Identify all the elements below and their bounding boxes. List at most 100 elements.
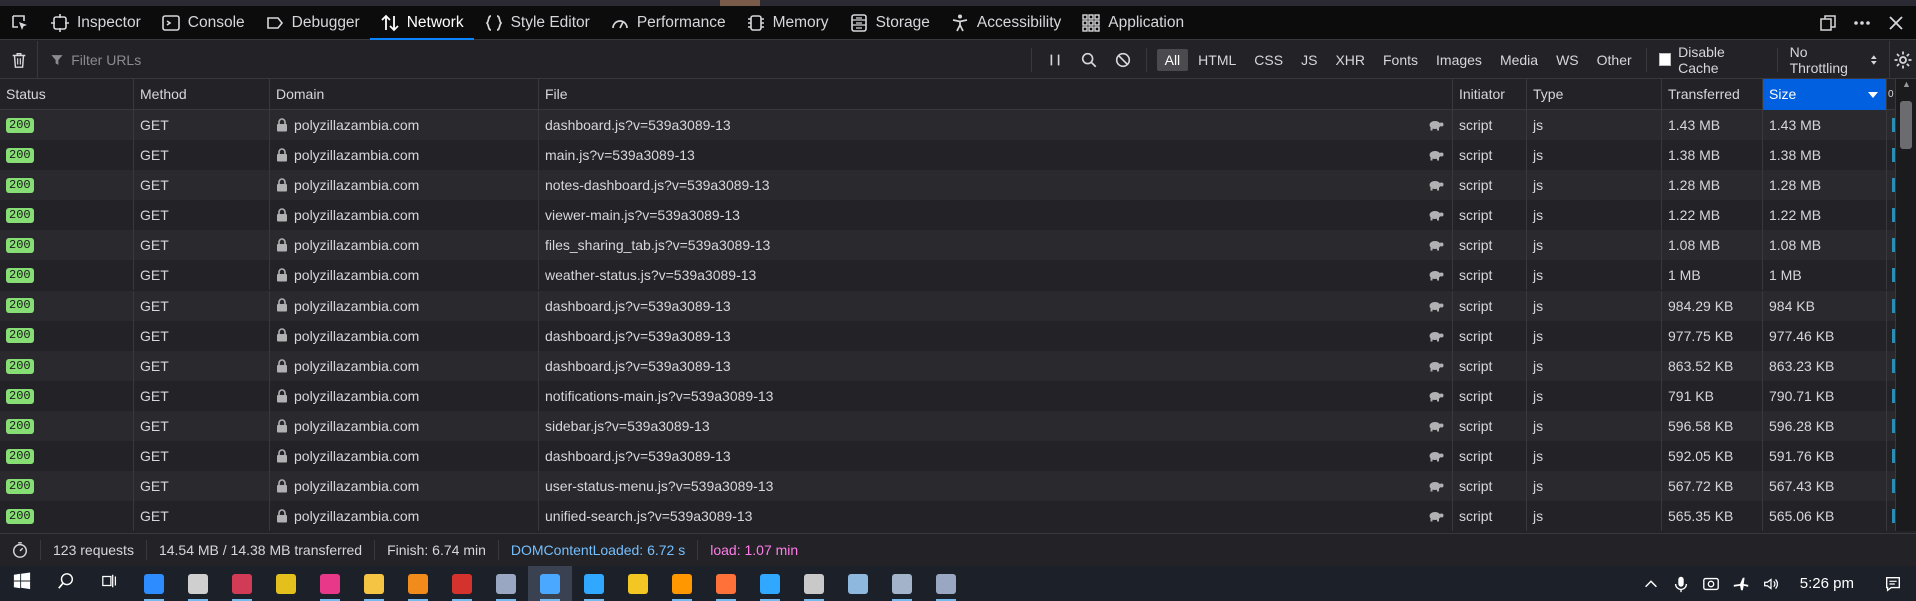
table-row[interactable]: 200 GET polyzillazambia.com sidebar.js?v=53…: [0, 410, 1895, 442]
filter-type-css[interactable]: CSS: [1246, 49, 1291, 71]
taskbar-app[interactable]: [132, 566, 176, 601]
table-row[interactable]: 200 GET polyzillazambia.com files_sharing_t…: [0, 230, 1895, 261]
tab-console[interactable]: Console: [151, 6, 255, 40]
taskbar-app[interactable]: [176, 566, 220, 601]
table-row[interactable]: 200 GET polyzillazambia.com dashboard.js?v=…: [0, 290, 1895, 321]
table-row[interactable]: 200 GET polyzillazambia.com unified-search.…: [0, 501, 1895, 531]
tab-style-editor[interactable]: Style Editor: [474, 6, 600, 40]
taskbar-app[interactable]: [484, 566, 528, 601]
tab-inspector[interactable]: Inspector: [40, 6, 151, 40]
filter-type-html[interactable]: HTML: [1190, 49, 1244, 71]
column-size-label: Size: [1769, 86, 1797, 102]
status-badge: 200: [6, 268, 34, 284]
performance-analysis-button[interactable]: [0, 541, 40, 559]
tab-memory[interactable]: Memory: [736, 6, 839, 40]
separate-window-icon[interactable]: [1818, 13, 1838, 33]
lock-icon: [277, 178, 287, 192]
taskbar-app[interactable]: [572, 566, 616, 601]
taskbar-app[interactable]: [924, 566, 968, 601]
scrollbar-thumb[interactable]: [1900, 101, 1912, 149]
column-domain[interactable]: Domain: [270, 79, 539, 110]
scroll-up-arrow[interactable]: ▲: [1896, 79, 1916, 89]
tab-storage[interactable]: Storage: [839, 6, 940, 40]
filter-type-ws[interactable]: WS: [1548, 49, 1587, 71]
cell-status: 200: [0, 320, 134, 351]
table-row[interactable]: 200 GET polyzillazambia.com dashboard.js?v=…: [0, 320, 1895, 351]
taskbar-app[interactable]: [0, 566, 44, 601]
throttling-select[interactable]: No Throttling: [1776, 44, 1890, 76]
lock-icon: [277, 509, 287, 523]
taskbar-app[interactable]: [660, 566, 704, 601]
taskbar-app[interactable]: [264, 566, 308, 601]
taskbar-app[interactable]: [748, 566, 792, 601]
chevron-up-icon[interactable]: [1642, 575, 1660, 593]
taskbar-app[interactable]: [220, 566, 264, 601]
taskbar-app[interactable]: [440, 566, 484, 601]
filter-type-images[interactable]: Images: [1428, 49, 1490, 71]
taskbar-app[interactable]: [704, 566, 748, 601]
filter-type-js[interactable]: JS: [1293, 49, 1325, 71]
cell-size: 790.71 KB: [1763, 380, 1887, 411]
table-row[interactable]: 200 GET polyzillazambia.com notes-dashboard…: [0, 170, 1895, 201]
memory-icon: [747, 14, 764, 31]
taskbar-app[interactable]: [352, 566, 396, 601]
column-transferred[interactable]: Transferred: [1662, 79, 1763, 110]
element-picker-button[interactable]: [0, 6, 40, 40]
tab-application[interactable]: Application: [1071, 6, 1194, 40]
clear-requests-button[interactable]: [0, 40, 39, 79]
taskbar-app[interactable]: [308, 566, 352, 601]
taskbar-app[interactable]: [88, 566, 132, 601]
volume-icon[interactable]: [1762, 575, 1780, 593]
filter-type-other[interactable]: Other: [1589, 49, 1640, 71]
filter-type-xhr[interactable]: XHR: [1327, 49, 1373, 71]
notifications-icon[interactable]: [1884, 575, 1902, 593]
filter-urls-input[interactable]: [71, 51, 872, 68]
taskbar-app[interactable]: [880, 566, 924, 601]
close-icon[interactable]: [1886, 13, 1906, 33]
network-settings-button[interactable]: [1889, 40, 1916, 79]
filter-type-media[interactable]: Media: [1492, 49, 1546, 71]
column-status[interactable]: Status: [0, 79, 134, 110]
cell-size: 567.43 KB: [1763, 471, 1887, 502]
table-row[interactable]: 200 GET polyzillazambia.com weather-status.…: [0, 260, 1895, 291]
table-row[interactable]: 200 GET polyzillazambia.com dashboard.js?v=…: [0, 110, 1895, 141]
column-file[interactable]: File: [539, 79, 1453, 110]
taskbar-app[interactable]: [616, 566, 660, 601]
table-row[interactable]: 200 GET polyzillazambia.com dashboard.js?v=…: [0, 441, 1895, 472]
block-icon[interactable]: [1114, 51, 1132, 69]
taskbar-app[interactable]: [528, 566, 572, 601]
column-method[interactable]: Method: [134, 79, 270, 110]
pause-icon[interactable]: [1046, 51, 1064, 69]
table-row[interactable]: 200 GET polyzillazambia.com dashboard.js?v=…: [0, 350, 1895, 381]
column-size[interactable]: Size: [1763, 79, 1887, 110]
column-type[interactable]: Type: [1527, 79, 1662, 110]
cell-method: GET: [134, 501, 270, 531]
table-row[interactable]: 200 GET polyzillazambia.com user-status-men…: [0, 471, 1895, 502]
disable-cache-toggle[interactable]: Disable Cache: [1645, 44, 1777, 76]
column-initiator[interactable]: Initiator: [1453, 79, 1527, 110]
table-row[interactable]: 200 GET polyzillazambia.com main.js?v=539a3…: [0, 140, 1895, 171]
filter-type-fonts[interactable]: Fonts: [1375, 49, 1426, 71]
tab-network[interactable]: Network: [370, 6, 474, 40]
taskbar-clock[interactable]: 5:26 pm: [1792, 575, 1872, 592]
vertical-scrollbar[interactable]: ▲: [1895, 79, 1916, 531]
taskbar-app[interactable]: [792, 566, 836, 601]
table-row[interactable]: 200 GET polyzillazambia.com notifications-m…: [0, 380, 1895, 411]
microphone-icon[interactable]: [1672, 575, 1690, 593]
filter-type-all[interactable]: All: [1156, 48, 1189, 71]
airplane-mode-icon[interactable]: [1732, 575, 1750, 593]
network-summary-bar: 123 requests 14.54 MB / 14.38 MB transfe…: [0, 533, 1916, 566]
disable-cache-checkbox[interactable]: [1658, 53, 1672, 66]
status-badge: 200: [6, 177, 34, 193]
tab-performance[interactable]: Performance: [600, 6, 736, 40]
column-waterfall[interactable]: 0: [1887, 79, 1895, 110]
tab-accessibility[interactable]: Accessibility: [940, 6, 1071, 40]
search-icon[interactable]: [1080, 51, 1098, 69]
more-options-icon[interactable]: [1852, 13, 1872, 33]
table-row[interactable]: 200 GET polyzillazambia.com viewer-main.js?…: [0, 200, 1895, 231]
taskbar-app[interactable]: [836, 566, 880, 601]
tab-debugger[interactable]: Debugger: [255, 6, 370, 40]
location-camera-icon[interactable]: [1702, 575, 1720, 593]
taskbar-app[interactable]: [396, 566, 440, 601]
taskbar-app[interactable]: [44, 566, 88, 601]
